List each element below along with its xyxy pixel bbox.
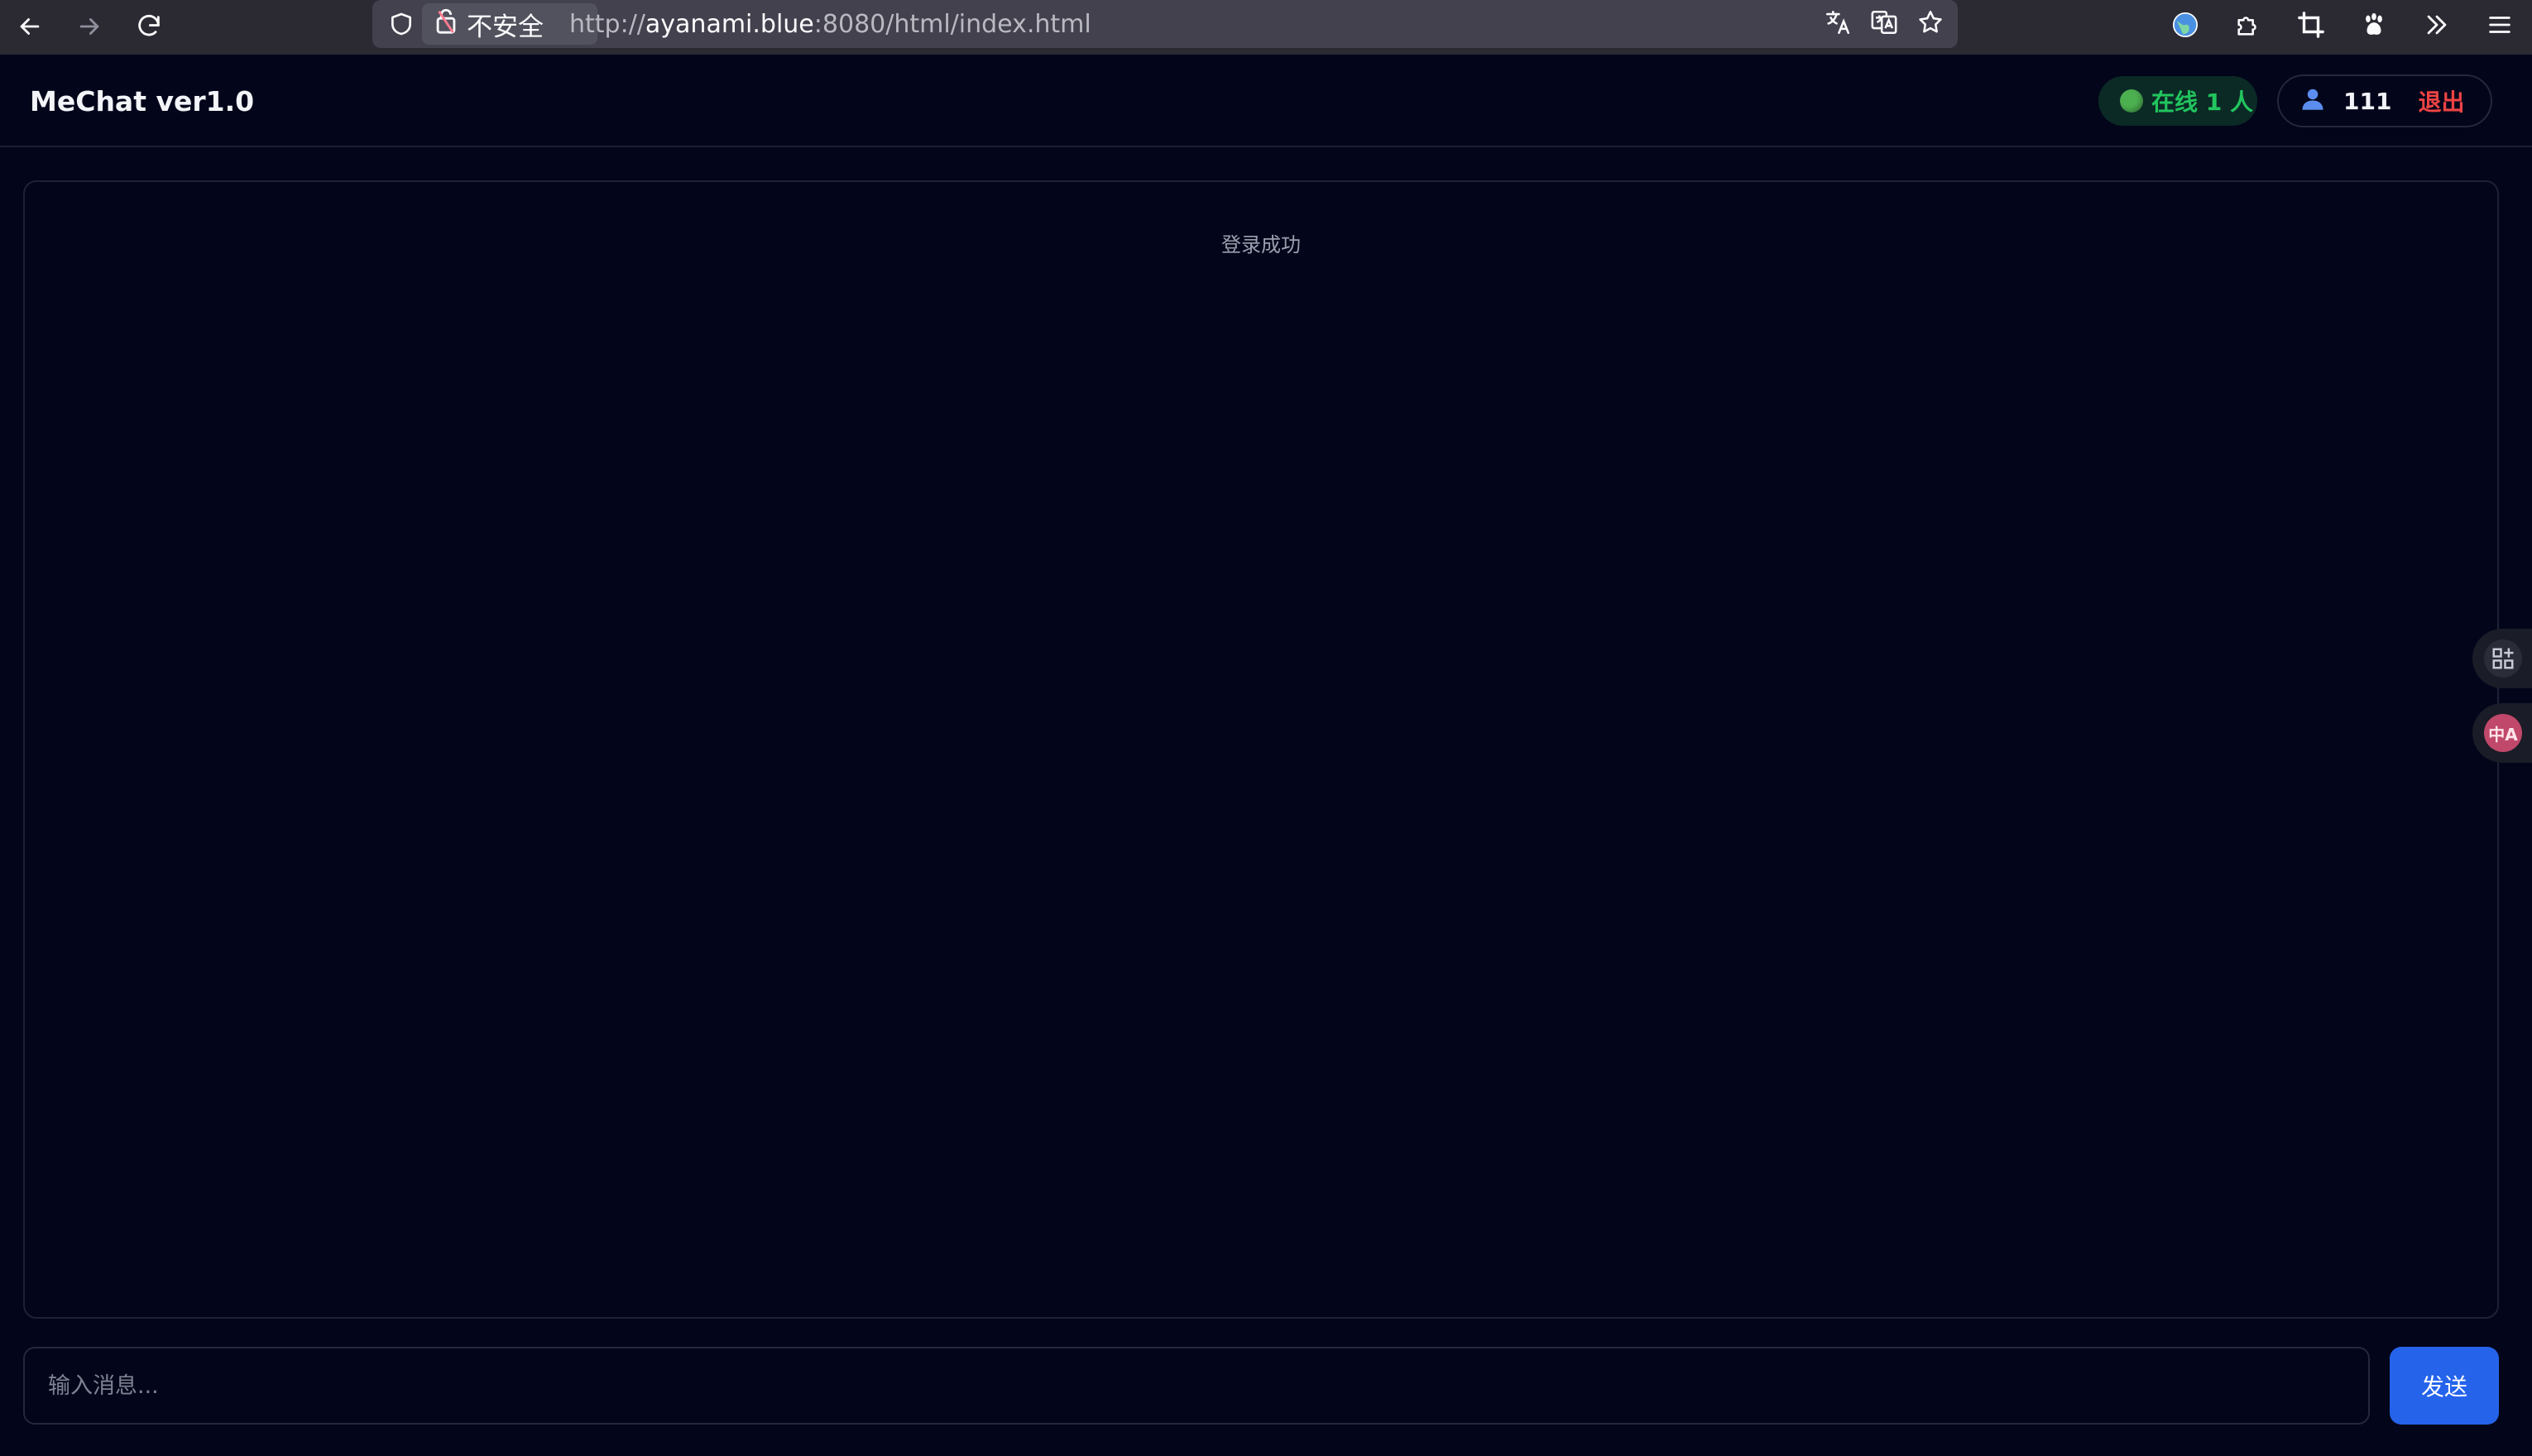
url-host: ayanami.blue bbox=[645, 9, 814, 39]
user-icon bbox=[2300, 86, 2325, 117]
message-list[interactable]: 登录成功 bbox=[23, 180, 2499, 1319]
online-count-badge: 在线 1 人 bbox=[2098, 76, 2257, 126]
star-icon[interactable] bbox=[1916, 8, 1945, 40]
paw-icon[interactable] bbox=[2355, 6, 2393, 44]
browser-toolbar: 不安全 http://ayanami.blue:8080/html/index.… bbox=[0, 0, 2532, 55]
url-prefix: http:// bbox=[569, 9, 645, 39]
reload-icon[interactable] bbox=[127, 5, 170, 48]
globe-extension-icon[interactable] bbox=[2166, 6, 2204, 44]
side-translate-widget[interactable]: 中A bbox=[2472, 703, 2532, 763]
extensions-icon[interactable] bbox=[2229, 6, 2267, 44]
url-path: :8080/html/index.html bbox=[813, 9, 1091, 39]
url-text[interactable]: http://ayanami.blue:8080/html/index.html bbox=[569, 0, 1091, 48]
translate-icon[interactable] bbox=[1824, 8, 1852, 40]
side-apps-widget[interactable] bbox=[2472, 629, 2532, 688]
url-bar-actions bbox=[1824, 0, 1945, 48]
page-translate-icon[interactable] bbox=[1870, 8, 1898, 40]
user-info: 111 退出 bbox=[2277, 74, 2492, 127]
overflow-icon[interactable] bbox=[2418, 6, 2456, 44]
menu-icon[interactable] bbox=[2481, 6, 2519, 44]
apps-grid-icon bbox=[2484, 639, 2522, 678]
message-input[interactable] bbox=[23, 1347, 2370, 1425]
online-status-icon bbox=[2120, 89, 2143, 113]
user-name: 111 bbox=[2343, 87, 2392, 115]
translate-widget-icon: 中A bbox=[2484, 714, 2522, 752]
send-button[interactable]: 发送 bbox=[2390, 1347, 2499, 1425]
app-header: MeChat ver1.0 在线 1 人 111 退出 bbox=[0, 55, 2532, 147]
forward-icon[interactable] bbox=[68, 5, 111, 48]
app-title: MeChat ver1.0 bbox=[30, 84, 255, 117]
lock-warning-icon bbox=[434, 7, 458, 41]
system-message: 登录成功 bbox=[1221, 233, 1301, 256]
url-bar[interactable]: 不安全 http://ayanami.blue:8080/html/index.… bbox=[372, 0, 1958, 48]
back-icon[interactable] bbox=[8, 5, 51, 48]
crop-icon[interactable] bbox=[2292, 6, 2330, 44]
logout-button[interactable]: 退出 bbox=[2418, 84, 2464, 117]
toolbar-right bbox=[2166, 3, 2519, 46]
online-count-text: 在线 1 人 bbox=[2151, 89, 2253, 116]
shield-icon[interactable] bbox=[382, 0, 420, 48]
insecure-label: 不安全 bbox=[467, 12, 544, 42]
